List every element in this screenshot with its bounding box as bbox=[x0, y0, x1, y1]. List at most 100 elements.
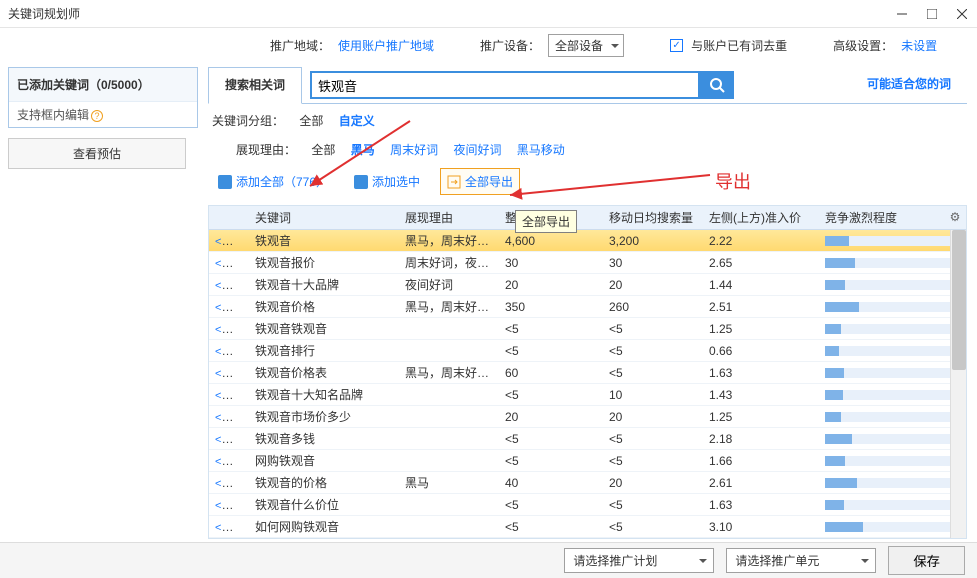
add-link[interactable]: <添加 bbox=[215, 520, 243, 534]
edit-support-label: 支持框内编辑? bbox=[9, 102, 197, 127]
reason-weekend[interactable]: 周末好词 bbox=[390, 143, 438, 157]
cell-competition bbox=[819, 299, 966, 315]
cell-mobile: 20 bbox=[603, 407, 703, 427]
table-row[interactable]: <添加铁观音市场价多少20201.25 bbox=[209, 406, 966, 428]
cell-reason bbox=[399, 436, 499, 442]
search-button[interactable] bbox=[700, 71, 734, 99]
cell-volume: 20 bbox=[499, 275, 603, 295]
table-row[interactable]: <添加铁观音报价周末好词，夜…30302.65 bbox=[209, 252, 966, 274]
tab-search-related[interactable]: 搜索相关词 bbox=[208, 67, 302, 104]
cell-keyword: 铁观音什么价位 bbox=[249, 493, 399, 516]
table-row[interactable]: <添加如何网购铁观音<5<53.10 bbox=[209, 516, 966, 538]
save-button[interactable]: 保存 bbox=[888, 546, 965, 575]
cell-volume: 20 bbox=[499, 407, 603, 427]
group-custom[interactable]: 自定义 bbox=[339, 114, 375, 128]
group-all[interactable]: 全部 bbox=[299, 114, 323, 128]
table-row[interactable]: <添加铁观音黑马，周末好…4,6003,2002.22 bbox=[209, 230, 966, 252]
cell-competition bbox=[819, 343, 966, 359]
add-link[interactable]: <添加 bbox=[215, 476, 243, 490]
add-link[interactable]: <添加 bbox=[215, 432, 243, 446]
add-link[interactable]: <添加 bbox=[215, 256, 243, 270]
cell-reason bbox=[399, 348, 499, 354]
scrollbar-vertical[interactable] bbox=[950, 230, 966, 538]
device-select[interactable]: 全部设备 bbox=[548, 34, 624, 57]
settings-gear-icon[interactable]: ⚙ bbox=[946, 208, 964, 226]
cell-bid: 2.51 bbox=[703, 297, 819, 317]
cell-bid: 1.25 bbox=[703, 407, 819, 427]
cell-bid: 1.44 bbox=[703, 275, 819, 295]
add-all-button[interactable]: 添加全部（776） bbox=[212, 169, 334, 194]
cell-keyword: 如何网购铁观音 bbox=[249, 515, 399, 538]
minimize-button[interactable] bbox=[895, 7, 909, 21]
cell-volume: 350 bbox=[499, 297, 603, 317]
cell-reason: 夜间好词 bbox=[399, 273, 499, 296]
help-icon[interactable]: ? bbox=[91, 110, 103, 122]
table-row[interactable]: <添加网购铁观音<5<51.66 bbox=[209, 450, 966, 472]
table-row[interactable]: <添加铁观音十大品牌夜间好词20201.44 bbox=[209, 274, 966, 296]
cell-volume: 4,600 bbox=[499, 231, 603, 251]
export-tooltip: 全部导出 bbox=[515, 210, 577, 233]
maximize-button[interactable] bbox=[925, 7, 939, 21]
cell-reason: 黑马，周末好… bbox=[399, 230, 499, 252]
add-link[interactable]: <添加 bbox=[215, 388, 243, 402]
search-icon bbox=[709, 77, 725, 93]
cell-volume: <5 bbox=[499, 341, 603, 361]
add-link[interactable]: <添加 bbox=[215, 498, 243, 512]
cell-competition bbox=[819, 233, 966, 249]
table-row[interactable]: <添加铁观音十大知名品牌<5101.43 bbox=[209, 384, 966, 406]
region-link[interactable]: 使用账户推广地域 bbox=[338, 37, 434, 54]
cell-competition bbox=[819, 409, 966, 425]
cell-reason bbox=[399, 392, 499, 398]
col-bid[interactable]: 左侧(上方)准入价 bbox=[703, 206, 819, 229]
cell-volume: 30 bbox=[499, 253, 603, 273]
col-keyword[interactable]: 关键词 bbox=[249, 206, 399, 229]
col-mobile-volume[interactable]: 移动日均搜索量 bbox=[603, 206, 703, 229]
add-link[interactable]: <添加 bbox=[215, 300, 243, 314]
add-link[interactable]: <添加 bbox=[215, 410, 243, 424]
cell-keyword: 铁观音 bbox=[249, 230, 399, 252]
unit-select[interactable]: 请选择推广单元 bbox=[726, 548, 876, 573]
add-link[interactable]: <添加 bbox=[215, 322, 243, 336]
table-row[interactable]: <添加铁观音价格表黑马，周末好…60<51.63 bbox=[209, 362, 966, 384]
tab-suggestions[interactable]: 可能适合您的词 bbox=[851, 67, 967, 103]
add-link[interactable]: <添加 bbox=[215, 454, 243, 468]
cell-reason: 黑马 bbox=[399, 471, 499, 494]
table-row[interactable]: <添加铁观音的价格黑马40202.61 bbox=[209, 472, 966, 494]
col-competition[interactable]: 竞争激烈程度 bbox=[819, 206, 966, 229]
cell-mobile: <5 bbox=[603, 517, 703, 537]
plan-select[interactable]: 请选择推广计划 bbox=[564, 548, 714, 573]
table-row[interactable]: <添加铁观音排行<5<50.66 bbox=[209, 340, 966, 362]
cell-competition bbox=[819, 453, 966, 469]
adv-link[interactable]: 未设置 bbox=[901, 37, 937, 54]
cell-mobile: <5 bbox=[603, 495, 703, 515]
scroll-thumb[interactable] bbox=[952, 230, 966, 370]
reason-night[interactable]: 夜间好词 bbox=[453, 143, 501, 157]
add-all-icon bbox=[218, 175, 232, 189]
reason-blackhorse[interactable]: 黑马 bbox=[351, 143, 375, 157]
table-row[interactable]: <添加铁观音什么价位<5<51.63 bbox=[209, 494, 966, 516]
cell-bid: 1.63 bbox=[703, 363, 819, 383]
reason-blackmove[interactable]: 黑马移动 bbox=[517, 143, 565, 157]
add-link[interactable]: <添加 bbox=[215, 344, 243, 358]
reason-all[interactable]: 全部 bbox=[311, 143, 335, 157]
table-row[interactable]: <添加铁观音价格黑马，周末好…3502602.51 bbox=[209, 296, 966, 318]
cell-reason bbox=[399, 414, 499, 420]
cell-keyword: 铁观音铁观音 bbox=[249, 317, 399, 340]
add-link[interactable]: <添加 bbox=[215, 278, 243, 292]
table-row[interactable]: <添加铁观音多钱<5<52.18 bbox=[209, 428, 966, 450]
cell-volume: <5 bbox=[499, 429, 603, 449]
export-all-button[interactable]: 全部导出 bbox=[440, 168, 520, 195]
cell-competition bbox=[819, 321, 966, 337]
col-reason[interactable]: 展现理由 bbox=[399, 206, 499, 229]
add-link[interactable]: <添加 bbox=[215, 366, 243, 380]
close-button[interactable] bbox=[955, 7, 969, 21]
search-input[interactable] bbox=[310, 71, 700, 99]
cell-mobile: <5 bbox=[603, 451, 703, 471]
table-row[interactable]: <添加铁观音铁观音<5<51.25 bbox=[209, 318, 966, 340]
cell-competition bbox=[819, 475, 966, 491]
add-selected-button[interactable]: 添加选中 bbox=[348, 169, 426, 194]
dedup-checkbox[interactable]: ✓ bbox=[670, 39, 683, 52]
table-header: 关键词 展现理由 整体 移动日均搜索量 左侧(上方)准入价 竞争激烈程度 bbox=[209, 206, 966, 230]
add-link[interactable]: <添加 bbox=[215, 234, 243, 248]
preview-button[interactable]: 查看预估 bbox=[8, 138, 186, 169]
